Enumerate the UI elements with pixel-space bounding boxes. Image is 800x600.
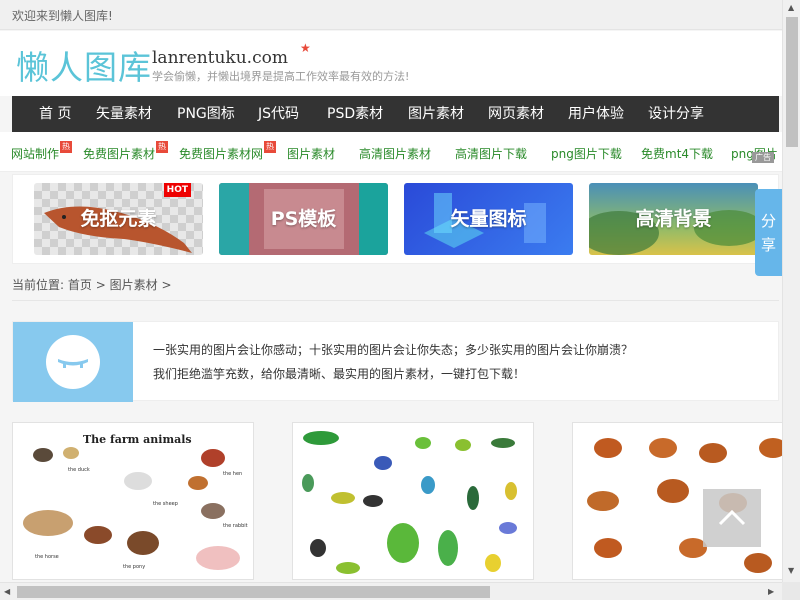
link-bar: 网站制作 热 免费图片素材 热 免费图片素材网 热 图片素材 高清图片素材 高清… bbox=[0, 132, 782, 172]
hot-badge: 热 bbox=[156, 141, 168, 153]
nav-js[interactable]: JS代码 bbox=[258, 96, 299, 132]
site-logo[interactable]: 懒人图库 bbox=[16, 41, 152, 89]
hot-tag: HOT bbox=[163, 183, 191, 197]
link-item[interactable]: 免费mt4下载 bbox=[641, 145, 713, 162]
scroll-right-arrow-icon[interactable]: ▶ bbox=[768, 587, 774, 596]
intro-box: 一张实用的图片会让你感动；十张实用的图片会让你失态；多少张实用的图片会让你崩溃？… bbox=[12, 321, 779, 402]
breadcrumb-home[interactable]: 首页 bbox=[68, 278, 92, 292]
link-item[interactable]: 高清图片下载 bbox=[455, 145, 527, 162]
animal-label: the rabbit bbox=[223, 523, 248, 529]
banner-label: PS模板 bbox=[270, 208, 337, 230]
scroll-up-arrow-icon[interactable]: ▲ bbox=[788, 3, 794, 12]
scrollbar-corner bbox=[782, 582, 800, 600]
intro-line-2: 我们拒绝滥竽充数，给你最清晰、最实用的图片素材，一键打包下载！ bbox=[153, 367, 526, 381]
horizontal-scrollbar[interactable]: ◀ ▶ bbox=[0, 582, 782, 600]
breadcrumb-separator: > bbox=[95, 278, 106, 292]
back-to-top-button[interactable] bbox=[703, 489, 761, 547]
parrots-image bbox=[302, 431, 517, 574]
share-label: 分享 bbox=[760, 212, 776, 254]
scroll-down-arrow-icon[interactable]: ▼ bbox=[788, 566, 794, 575]
main-nav: 首 页 矢量素材 PNG图标 JS代码 PSD素材 图片素材 网页素材 用户体验… bbox=[12, 96, 779, 132]
nav-vector[interactable]: 矢量素材 bbox=[96, 96, 152, 132]
top-bar: 欢迎来到懒人图库! bbox=[0, 0, 782, 30]
card-title: The farm animals bbox=[83, 433, 192, 446]
intro-line-1: 一张实用的图片会让你感动；十张实用的图片会让你失态；多少张实用的图片会让你崩溃？ bbox=[153, 343, 634, 357]
nav-ux[interactable]: 用户体验 bbox=[568, 96, 624, 132]
welcome-text: 欢迎来到懒人图库! bbox=[12, 9, 113, 23]
breadcrumb-separator: > bbox=[161, 278, 172, 292]
banner-cutout[interactable]: 免抠元素 HOT bbox=[34, 183, 203, 255]
farm-animals-image: The farm animals the duck the hen the sh… bbox=[23, 433, 248, 570]
hot-badge: 热 bbox=[264, 141, 276, 153]
star-icon: ★ bbox=[300, 41, 311, 55]
squirrels-image bbox=[587, 438, 787, 573]
link-item[interactable]: 高清图片素材 bbox=[359, 145, 431, 162]
link-item[interactable]: 图片素材 bbox=[287, 145, 335, 162]
banner-hd-background[interactable]: 高清背景 bbox=[589, 183, 758, 255]
image-card[interactable] bbox=[292, 422, 534, 580]
share-button[interactable]: 分享 bbox=[755, 189, 782, 276]
nav-web[interactable]: 网页素材 bbox=[488, 96, 544, 132]
smile-icon bbox=[46, 335, 100, 389]
link-item[interactable]: 免费图片素材网 bbox=[179, 145, 263, 162]
link-item[interactable]: png图片下载 bbox=[551, 145, 622, 162]
site-header: 懒人图库 lanrentuku.com ★ 学会偷懒，并懒出境界是提高工作效率最… bbox=[0, 31, 782, 96]
nav-psd[interactable]: PSD素材 bbox=[327, 96, 383, 132]
divider bbox=[12, 300, 779, 301]
link-item[interactable]: 网站制作 bbox=[11, 145, 59, 162]
animal-label: the sheep bbox=[153, 501, 178, 507]
banner-label: 高清背景 bbox=[635, 208, 712, 230]
nav-images[interactable]: 图片素材 bbox=[408, 96, 464, 132]
breadcrumb-current[interactable]: 图片素材 bbox=[110, 278, 158, 292]
breadcrumb: 当前位置: 首页 > 图片素材 > bbox=[12, 276, 172, 293]
animal-label: the duck bbox=[68, 467, 90, 473]
scroll-left-arrow-icon[interactable]: ◀ bbox=[4, 587, 10, 596]
horizontal-scroll-thumb[interactable] bbox=[17, 586, 490, 598]
ad-label: 广告 bbox=[752, 152, 774, 163]
site-domain[interactable]: lanrentuku.com bbox=[152, 48, 288, 68]
breadcrumb-prefix: 当前位置: bbox=[12, 278, 65, 292]
vertical-scroll-thumb[interactable] bbox=[786, 17, 798, 147]
banner-row: 免抠元素 HOT PS模板 矢量图标 高清背景 bbox=[12, 174, 779, 264]
banner-label: 矢量图标 bbox=[450, 208, 527, 230]
chevron-up-icon bbox=[718, 509, 746, 526]
nav-design[interactable]: 设计分享 bbox=[648, 96, 704, 132]
animal-label: the pony bbox=[123, 564, 145, 570]
banner-ps-template[interactable]: PS模板 bbox=[219, 183, 388, 255]
nav-home[interactable]: 首 页 bbox=[39, 96, 71, 132]
animal-label: the hen bbox=[223, 471, 242, 477]
site-slogan: 学会偷懒，并懒出境界是提高工作效率最有效的方法! bbox=[152, 70, 410, 83]
image-card[interactable] bbox=[572, 422, 800, 580]
image-card[interactable]: The farm animals the duck the hen the sh… bbox=[12, 422, 254, 580]
link-item[interactable]: 免费图片素材 bbox=[83, 145, 155, 162]
banner-vector-icons[interactable]: 矢量图标 bbox=[404, 183, 573, 255]
animal-label: the horse bbox=[35, 554, 59, 560]
hot-badge: 热 bbox=[60, 141, 72, 153]
nav-png-icons[interactable]: PNG图标 bbox=[177, 96, 235, 132]
vertical-scrollbar[interactable]: ▲ ▼ bbox=[782, 0, 800, 582]
intro-icon-panel bbox=[13, 322, 133, 402]
